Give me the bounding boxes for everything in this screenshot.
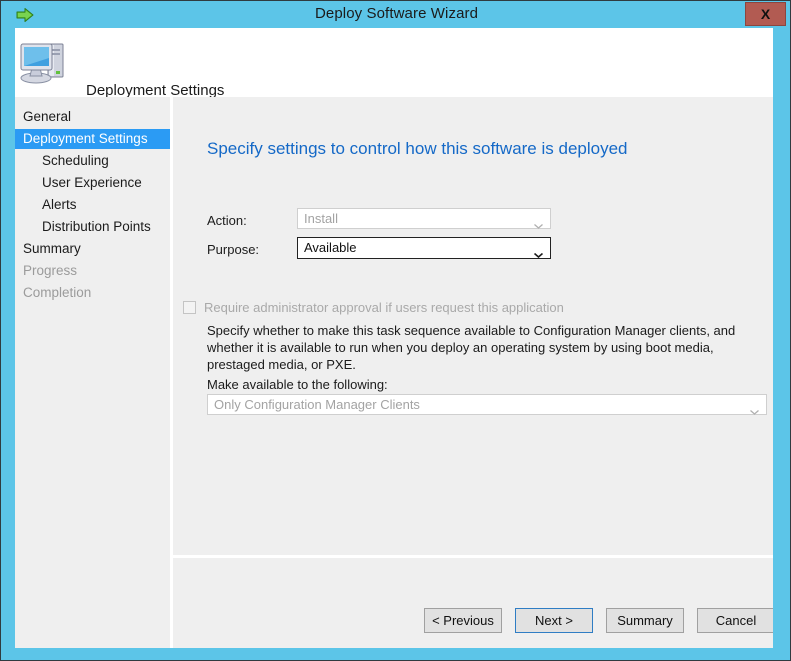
sidebar-item-completion: Completion — [15, 283, 170, 303]
make-available-dropdown: Only Configuration Manager Clients — [207, 394, 767, 415]
purpose-dropdown[interactable]: Available — [297, 237, 551, 259]
cancel-button[interactable]: Cancel — [697, 608, 773, 633]
wizard-header: Deployment Settings — [15, 28, 773, 97]
make-available-value: Only Configuration Manager Clients — [214, 395, 744, 415]
action-dropdown: Install — [297, 208, 551, 229]
sidebar-item-scheduling[interactable]: Scheduling — [15, 151, 170, 171]
previous-button[interactable]: < Previous — [424, 608, 502, 633]
computer-icon — [19, 38, 71, 88]
sidebar-item-alerts[interactable]: Alerts — [15, 195, 170, 215]
chevron-down-icon — [534, 246, 543, 251]
button-bar: < Previous Next > Summary Cancel — [173, 558, 773, 648]
deploy-software-wizard-window: Deploy Software Wizard X — [0, 0, 791, 661]
purpose-value: Available — [304, 238, 528, 258]
sidebar-item-deployment-settings[interactable]: Deployment Settings — [15, 129, 170, 149]
chevron-down-icon — [750, 403, 759, 408]
approval-checkbox-label: Require administrator approval if users … — [204, 300, 564, 315]
main-panel: Specify settings to control how this sof… — [173, 97, 773, 555]
chevron-down-icon — [534, 217, 543, 222]
main-heading: Specify settings to control how this sof… — [207, 139, 628, 159]
approval-checkbox — [183, 301, 196, 314]
title-bar: Deploy Software Wizard X — [1, 1, 791, 28]
make-available-label: Make available to the following: — [207, 377, 388, 392]
action-value: Install — [304, 209, 528, 229]
description-text: Specify whether to make this task sequen… — [207, 322, 767, 373]
sidebar-item-user-experience[interactable]: User Experience — [15, 173, 170, 193]
wizard-sidebar: General Deployment Settings Scheduling U… — [15, 97, 170, 648]
next-button[interactable]: Next > — [515, 608, 593, 633]
close-button[interactable]: X — [745, 2, 786, 26]
window-title: Deploy Software Wizard — [1, 5, 791, 22]
purpose-label: Purpose: — [207, 242, 259, 257]
nav-list: General Deployment Settings Scheduling U… — [15, 97, 170, 303]
wizard-frame: Deployment Settings General Deployment S… — [15, 28, 773, 648]
sidebar-item-distribution-points[interactable]: Distribution Points — [15, 217, 170, 237]
sidebar-item-progress: Progress — [15, 261, 170, 281]
sidebar-item-general[interactable]: General — [15, 107, 170, 127]
action-label: Action: — [207, 213, 247, 228]
summary-button[interactable]: Summary — [606, 608, 684, 633]
sidebar-item-summary[interactable]: Summary — [15, 239, 170, 259]
